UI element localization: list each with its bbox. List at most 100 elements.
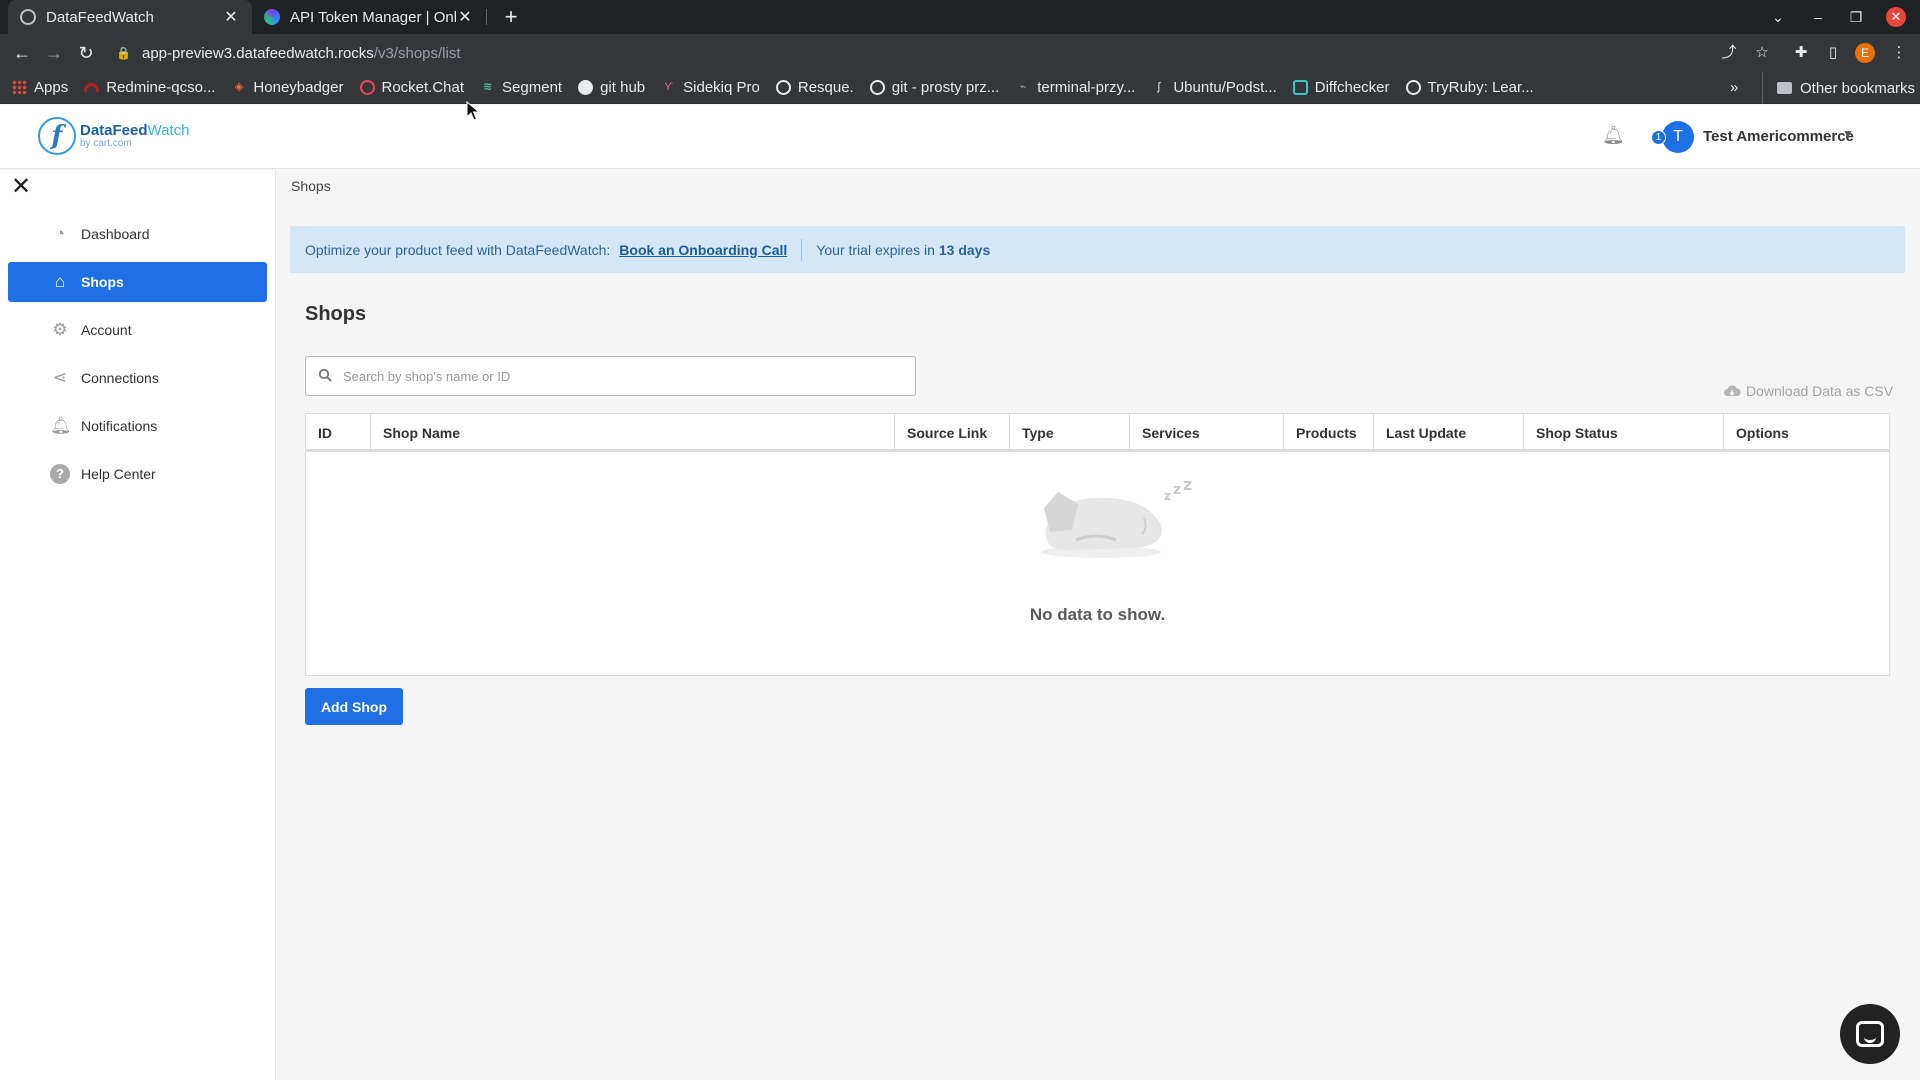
sleeping-illustration-icon: z z z	[1016, 470, 1196, 570]
globe-icon	[775, 80, 791, 95]
bookmark-redmine[interactable]: Redmine-qcso...	[84, 79, 215, 96]
add-shop-button[interactable]: Add Shop	[305, 688, 403, 725]
column-header-services[interactable]: Services	[1130, 414, 1284, 452]
sidebar-item-label: Help Center	[81, 466, 156, 482]
minimize-icon[interactable]: –	[1800, 0, 1836, 34]
other-bookmarks[interactable]: Other bookmarks	[1762, 72, 1915, 104]
tab-title: API Token Manager | Onli	[290, 8, 456, 26]
sidebar-item-connections[interactable]: ⋖ Connections	[8, 358, 267, 398]
bookmark-label: Segment	[502, 79, 563, 96]
chat-launcher-button[interactable]	[1840, 1004, 1900, 1064]
bookmark-label: terminal-przy...	[1037, 79, 1136, 96]
tab-datafeedwatch[interactable]: DataFeedWatch ✕	[8, 0, 252, 34]
browser-profile-avatar[interactable]: E	[1855, 43, 1875, 63]
apps-grid-icon	[12, 80, 27, 95]
onboarding-banner: Optimize your product feed with DataFeed…	[290, 226, 1905, 273]
bell-icon[interactable]: 🔔︎	[1602, 125, 1625, 147]
download-csv-link[interactable]: Download Data as CSV	[1723, 383, 1893, 399]
trial-prefix-text: Your trial expires in	[816, 241, 935, 258]
sidebar-item-label: Connections	[81, 370, 159, 386]
bookmark-rocket-chat[interactable]: Rocket.Chat	[359, 79, 464, 96]
bookmark-sidekiq[interactable]: ϒ Sidekiq Pro	[661, 79, 760, 96]
tab-close-icon[interactable]: ✕	[456, 7, 474, 27]
extensions-puzzle-icon[interactable]: ✚	[1788, 40, 1814, 66]
breadcrumb[interactable]: Shops	[291, 178, 331, 194]
app-header: f DataFeedWatch by cart.com 🔔︎ T 1 Test …	[0, 105, 1920, 169]
reload-icon[interactable]: ↻	[72, 40, 100, 66]
sidekiq-icon: ϒ	[664, 81, 673, 93]
restore-icon[interactable]: ❐	[1838, 0, 1874, 34]
globe-icon	[869, 80, 885, 95]
window-close-icon[interactable]: ✕	[1886, 7, 1906, 27]
banner-text: Optimize your product feed with DataFeed…	[305, 241, 611, 258]
sidebar-item-label: Dashboard	[81, 226, 150, 242]
column-header-source-link[interactable]: Source Link	[895, 414, 1010, 452]
empty-state-text: No data to show.	[1029, 605, 1166, 624]
user-avatar[interactable]: T	[1662, 121, 1694, 153]
bookmark-ubuntu[interactable]: ʃ Ubuntu/Podst...	[1151, 79, 1277, 96]
bookmark-resque[interactable]: Resque.	[775, 79, 854, 96]
column-header-id[interactable]: ID	[306, 414, 371, 452]
new-tab-icon[interactable]: +	[498, 4, 524, 30]
search-icon	[318, 368, 334, 384]
book-onboarding-call-link[interactable]: Book an Onboarding Call	[619, 242, 787, 258]
sidebar-item-dashboard[interactable]: ◔ Dashboard	[8, 214, 267, 254]
close-icon[interactable]: ✕	[10, 174, 32, 200]
bookmark-label: Redmine-qcso...	[106, 79, 216, 96]
chat-icon	[1856, 1021, 1884, 1047]
side-panel-icon[interactable]: ▯	[1820, 40, 1846, 66]
datafeedwatch-logo[interactable]: f DataFeedWatch by cart.com	[38, 117, 189, 155]
column-header-last-update[interactable]: Last Update	[1374, 414, 1524, 452]
rocket-chat-icon	[359, 80, 375, 95]
table-header: ID Shop Name Source Link Type Services P…	[306, 414, 1889, 452]
sidebar: ✕ ◔ Dashboard ⌂ Shops ⚙ Account ⋖ Connec…	[0, 170, 276, 1080]
column-header-options[interactable]: Options	[1724, 414, 1889, 452]
column-header-shop-status[interactable]: Shop Status	[1524, 414, 1724, 452]
chevron-down-icon[interactable]: ▼	[1842, 127, 1854, 141]
bookmark-label: Diffchecker	[1314, 79, 1390, 96]
sidebar-item-help-center[interactable]: ? Help Center	[8, 454, 267, 494]
column-header-products[interactable]: Products	[1284, 414, 1374, 452]
lock-icon: 🔒	[116, 46, 131, 60]
bookmarks-overflow-chevron-icon[interactable]: »	[1730, 72, 1738, 104]
share-icon[interactable]: ⤴	[1716, 40, 1742, 66]
bookmark-git-prosty[interactable]: git - prosty prz...	[869, 79, 999, 96]
star-icon[interactable]: ☆	[1749, 40, 1775, 66]
tab-search-chevron-icon[interactable]: ⌄	[1760, 0, 1796, 34]
bookmark-segment[interactable]: ≋ Segment	[480, 79, 562, 96]
terminal-icon: ⌁	[1019, 81, 1027, 93]
sidebar-item-account[interactable]: ⚙ Account	[8, 310, 267, 350]
bookmark-terminal[interactable]: ⌁ terminal-przy...	[1015, 79, 1135, 96]
address-bar[interactable]: 🔒 app-preview3.datafeedwatch.rocks/v3/sh…	[108, 38, 1788, 68]
help-icon: ?	[50, 464, 70, 484]
svg-text:z: z	[1164, 489, 1171, 503]
sidebar-item-shops[interactable]: ⌂ Shops	[8, 262, 267, 302]
globe-icon	[20, 9, 36, 25]
gear-icon: ⚙	[52, 320, 68, 339]
bookmark-label: Apps	[34, 79, 69, 96]
url-path: /v3/shops/list	[373, 44, 461, 62]
bookmark-honeybadger[interactable]: ◈ Honeybadger	[231, 79, 344, 96]
column-header-shop-name[interactable]: Shop Name	[371, 414, 895, 452]
bookmark-github[interactable]: git hub	[578, 79, 645, 96]
banner-divider	[801, 238, 803, 261]
bookmark-label: Sidekiq Pro	[683, 79, 760, 96]
bookmark-apps[interactable]: Apps	[12, 79, 68, 96]
search-field[interactable]	[305, 356, 916, 396]
sidebar-item-notifications[interactable]: 🔔︎ Notifications	[8, 406, 267, 446]
bookmark-diffchecker[interactable]: Diffchecker	[1292, 79, 1390, 96]
forward-arrow-icon[interactable]: →	[40, 40, 68, 66]
bookmark-label: Ubuntu/Podst...	[1173, 79, 1277, 96]
download-csv-label: Download Data as CSV	[1746, 383, 1894, 399]
shop-icon: ⌂	[54, 272, 66, 291]
column-header-type[interactable]: Type	[1010, 414, 1130, 452]
user-name[interactable]: Test Americommerce	[1703, 128, 1854, 145]
back-arrow-icon[interactable]: ←	[8, 40, 36, 66]
tab-api-token-manager[interactable]: API Token Manager | Onli ✕	[252, 0, 486, 34]
logo-name-part-2: Watch	[147, 122, 190, 139]
browser-menu-kebab-icon[interactable]: ⋮	[1886, 40, 1912, 66]
bookmark-tryruby[interactable]: TryRuby: Lear...	[1405, 79, 1534, 96]
tab-close-icon[interactable]: ✕	[222, 7, 240, 27]
search-input[interactable]	[343, 368, 903, 384]
sidebar-item-label: Account	[81, 322, 132, 338]
